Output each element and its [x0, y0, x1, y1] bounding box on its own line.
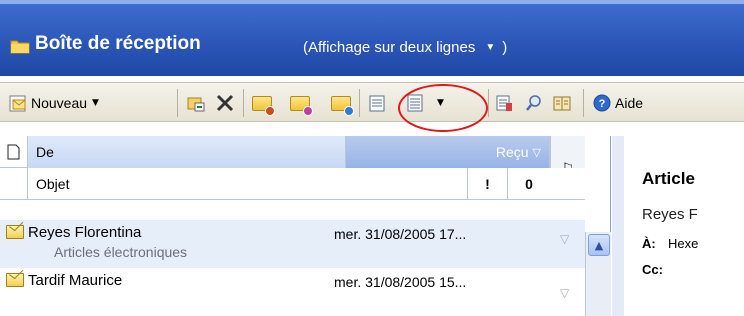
chevron-down-icon: ▼ — [485, 42, 496, 53]
help-icon: ? — [593, 94, 611, 112]
chevron-down-icon: ▼ — [92, 98, 99, 108]
list-item[interactable]: Reyes Florentina mer. 31/08/2005 17... ▽… — [0, 220, 585, 268]
chevron-up-icon: ▲ — [594, 238, 604, 252]
from-column-label: De — [36, 144, 54, 160]
importance-column-label: ! — [485, 176, 490, 192]
item-type-column-spacer — [0, 168, 28, 200]
help-button[interactable]: ? Aide — [592, 90, 643, 116]
to-value: Hexe — [668, 236, 699, 251]
view-mode-close: ) — [502, 39, 508, 56]
reading-pane: Article Reyes F À: Hexe Cc: — [612, 136, 744, 316]
reading-pane-icon — [407, 94, 423, 112]
toolbar-divider — [488, 89, 489, 117]
list-item[interactable]: Tardif Maurice mer. 31/08/2005 15... ▽ — [0, 268, 585, 316]
vertical-scrollbar[interactable]: ▲ — [585, 232, 611, 316]
attachment-column-label: 0 — [525, 176, 533, 192]
header-top-border — [0, 0, 744, 4]
message-sender: Reyes Florentina — [28, 224, 142, 241]
envelope-icon — [6, 225, 24, 239]
reply-all-button[interactable] — [290, 90, 313, 116]
from-column-header[interactable]: De — [28, 136, 346, 168]
document-icon — [7, 144, 20, 160]
envelope-icon — [6, 273, 24, 287]
message-subject: Articles électroniques — [54, 244, 188, 260]
search-icon — [526, 95, 541, 111]
move-folder-icon — [187, 97, 205, 112]
folder-header: Boîte de réception (Affichage sur deux l… — [0, 0, 744, 76]
new-button[interactable]: Nouveau ▼ — [8, 90, 99, 116]
toolbar-divider — [583, 89, 584, 117]
send-receive-button[interactable] — [367, 90, 387, 116]
move-to-folder-button[interactable] — [186, 90, 206, 116]
delete-icon — [216, 94, 234, 112]
delete-button[interactable] — [215, 90, 235, 116]
address-book-button[interactable] — [552, 90, 572, 116]
toolbar-divider — [243, 89, 244, 117]
forward-button[interactable] — [331, 90, 354, 116]
reply-button[interactable] — [252, 90, 275, 116]
message-date: mer. 31/08/2005 17... — [334, 226, 467, 242]
scroll-up-button[interactable]: ▲ — [588, 234, 610, 256]
item-type-column-header[interactable] — [0, 136, 28, 168]
received-column-label: Reçu — [495, 144, 529, 160]
new-button-label: Nouveau — [31, 95, 88, 111]
subject-column-label: Objet — [36, 176, 70, 192]
view-mode-label: (Affichage sur deux lignes — [303, 39, 476, 56]
forward-icon — [331, 93, 354, 116]
sort-descending-icon: ▽ — [532, 146, 541, 159]
chevron-down-icon: ▼ — [437, 98, 444, 108]
attachment-column-header[interactable]: 0 — [508, 168, 550, 200]
reading-pane-button[interactable]: ▼ — [405, 90, 444, 116]
message-sender: Tardif Maurice — [28, 272, 123, 289]
categorize-button[interactable] — [494, 90, 514, 116]
categorize-icon — [496, 95, 512, 111]
new-mail-icon — [9, 95, 26, 112]
column-header-row-2: Objet ! 0 — [0, 168, 585, 200]
message-title: Article — [642, 169, 695, 188]
received-column-header[interactable]: Reçu ▽ — [346, 136, 550, 168]
toolbar-divider — [177, 89, 178, 117]
reply-all-icon — [290, 93, 313, 116]
view-mode-dropdown[interactable]: (Affichage sur deux lignes ▼ ) — [303, 39, 507, 56]
importance-column-header[interactable]: ! — [468, 168, 508, 200]
flag-icon[interactable]: ▽ — [560, 286, 569, 300]
reply-icon — [252, 93, 275, 116]
toolbar-divider — [359, 89, 360, 117]
cc-label: Cc: — [642, 262, 663, 277]
column-header-row-1: De Reçu ▽ ⚐ — [0, 136, 585, 200]
message-from: Reyes F — [642, 206, 698, 223]
send-receive-icon — [369, 95, 385, 112]
subject-column-header[interactable]: Objet — [28, 168, 468, 200]
folder-title: Boîte de réception — [35, 33, 201, 54]
toolbar: Nouveau ▼ ▼ ? Aide — [0, 82, 744, 122]
flag-icon[interactable]: ▽ — [560, 232, 569, 246]
to-label: À: — [642, 236, 656, 251]
message-date: mer. 31/08/2005 15... — [334, 274, 467, 290]
address-book-icon — [553, 96, 571, 111]
help-button-label: Aide — [615, 95, 644, 111]
message-list: De Reçu ▽ ⚐ Objet ! 0 Reyes Florentina m… — [0, 136, 611, 316]
find-button[interactable] — [524, 90, 544, 116]
svg-text:?: ? — [599, 98, 606, 110]
folder-icon — [10, 40, 30, 54]
